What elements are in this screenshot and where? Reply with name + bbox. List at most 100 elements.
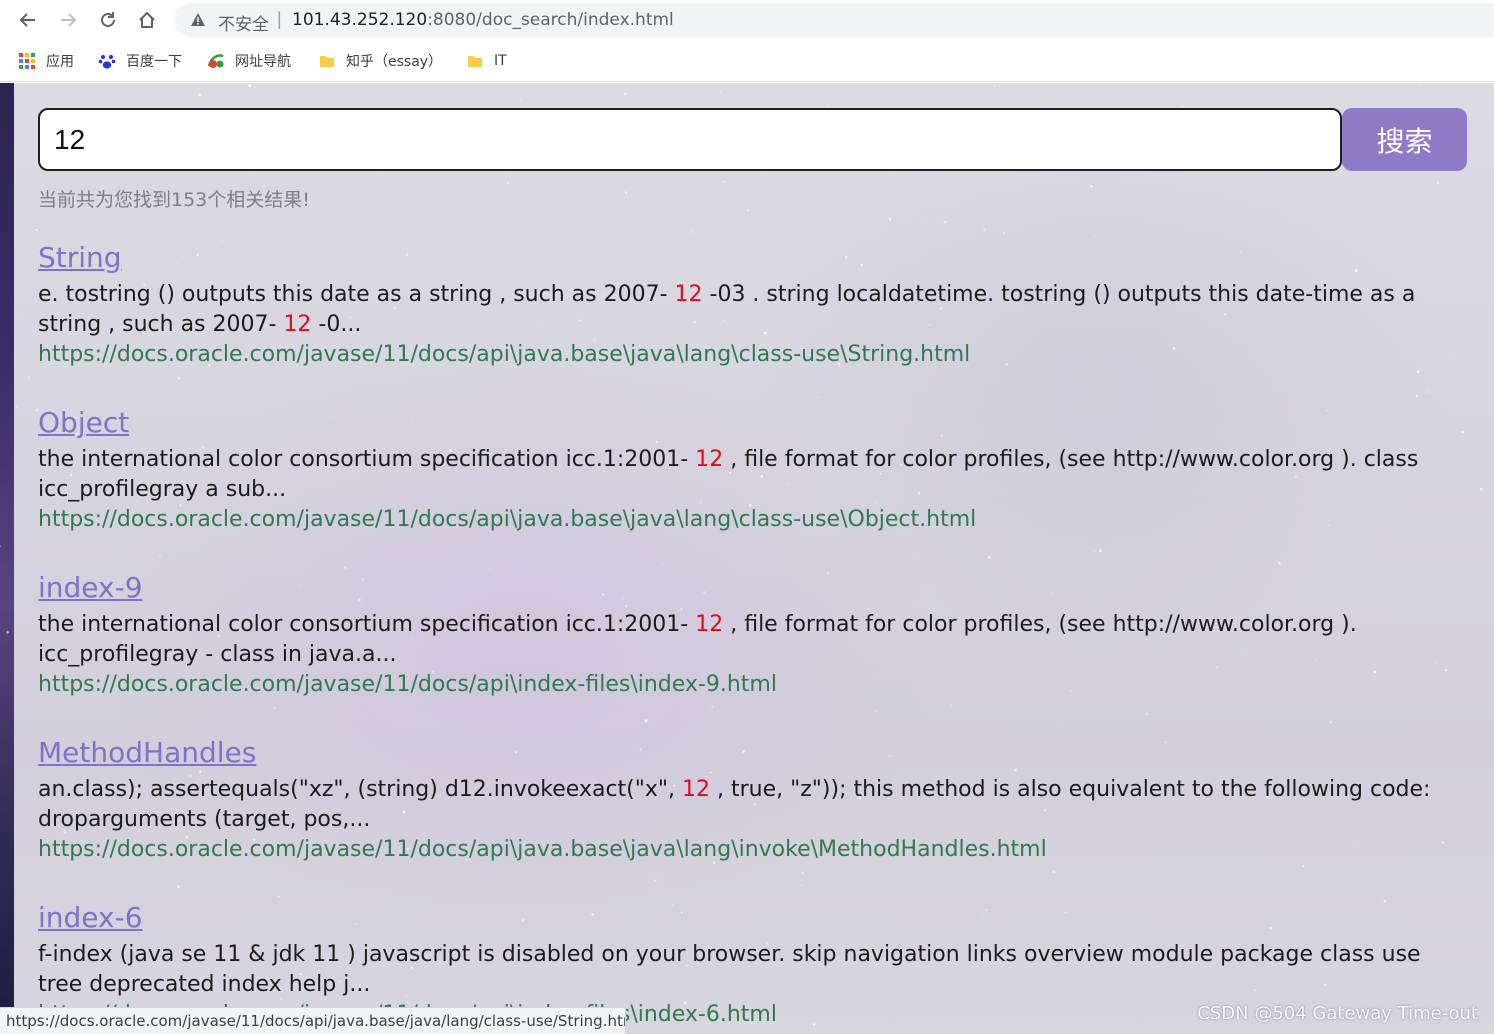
url-path: :8080/doc_search/index.html — [427, 10, 674, 30]
background-galaxy-edge — [0, 83, 14, 1034]
forward-button[interactable] — [54, 6, 82, 34]
result-title-link[interactable]: MethodHandles — [38, 735, 1458, 775]
result-item: MethodHandles an.class); assertequals("x… — [38, 735, 1458, 900]
star-dot — [977, 89, 979, 91]
bookmark-nav[interactable]: 网址导航 — [207, 50, 291, 72]
desc-text: the international color consortium speci… — [38, 447, 696, 472]
star-dot — [719, 91, 721, 93]
result-title-link[interactable]: index-6 — [38, 900, 1458, 940]
bookmark-label: 百度一下 — [126, 54, 182, 70]
result-url: https://docs.oracle.com/javase/11/docs/a… — [38, 837, 1047, 862]
star-dot — [1465, 521, 1467, 523]
result-url: https://docs.oracle.com/javase/11/docs/a… — [38, 342, 971, 367]
star-dot — [1462, 87, 1464, 89]
star-dot — [121, 219, 123, 221]
star-dot — [1002, 232, 1005, 235]
star-dot — [722, 181, 725, 183]
star-dot — [248, 84, 252, 88]
url-text: 101.43.252.120:8080/doc_search/index.htm… — [292, 10, 674, 30]
search-button[interactable]: 搜索 — [1342, 108, 1467, 171]
insecure-label: 不安全 — [218, 15, 269, 35]
star-dot — [1315, 205, 1317, 207]
desc-text: the international color consortium speci… — [38, 612, 696, 637]
reload-icon — [101, 12, 115, 27]
star-dot — [1090, 184, 1093, 188]
result-title-link[interactable]: Object — [38, 405, 1458, 445]
bookmark-label: 应用 — [46, 54, 74, 70]
result-description: e. tostring () outputs this date as a st… — [38, 280, 1458, 340]
back-arrow-icon — [19, 13, 35, 27]
star-dot — [1181, 105, 1184, 108]
bookmark-zhihu-folder[interactable]: 知乎（essay） — [318, 50, 442, 72]
star-dot — [746, 208, 750, 212]
star-dot — [16, 405, 19, 408]
search-input[interactable] — [38, 108, 1342, 171]
results-list: String e. tostring () outputs this date … — [38, 240, 1458, 1034]
star-dot — [888, 218, 892, 221]
result-title-link[interactable]: String — [38, 240, 1458, 280]
star-dot — [35, 228, 38, 232]
bookmark-baidu[interactable]: 百度一下 — [98, 50, 182, 72]
star-dot — [625, 191, 628, 194]
nav-site-icon — [207, 54, 224, 68]
warning-triangle-icon — [191, 13, 205, 26]
result-description: the international color consortium speci… — [38, 445, 1458, 505]
bookmark-label: 网址导航 — [235, 54, 291, 70]
star-dot — [19, 315, 21, 317]
star-dot — [983, 228, 986, 231]
highlight-term: 12 — [283, 312, 312, 337]
star-dot — [1418, 83, 1421, 86]
star-dot — [827, 105, 830, 107]
star-dot — [624, 92, 627, 96]
search-bar: 搜索 — [38, 108, 1468, 171]
star-dot — [519, 99, 521, 102]
bookmark-label: 知乎（essay） — [346, 54, 443, 70]
result-description: f-index (java se 11 & jdk 11 ) javascrip… — [38, 942, 1421, 997]
address-bar[interactable]: 不安全 | 101.43.252.120:8080/doc_search/ind… — [174, 3, 1494, 37]
forward-arrow-icon — [61, 13, 77, 27]
desc-text: e. tostring () outputs this date as a st… — [38, 282, 675, 307]
back-button[interactable] — [14, 6, 42, 34]
star-dot — [1094, 234, 1096, 236]
link-status-bubble: https://docs.oracle.com/javase/11/docs/a… — [0, 1007, 626, 1034]
result-description: an.class); assertequals("xz", (string) d… — [38, 775, 1458, 835]
csdn-watermark: CSDN @504 Gateway Time-out — [1197, 1003, 1478, 1024]
home-icon — [139, 11, 155, 28]
star-dot — [104, 236, 106, 238]
highlight-term: 12 — [682, 777, 710, 802]
result-item: index-9 the international color consorti… — [38, 570, 1458, 735]
baidu-paw-icon — [98, 55, 116, 69]
result-url: https://docs.oracle.com/javase/11/docs/a… — [38, 672, 777, 697]
home-button[interactable] — [133, 6, 161, 34]
result-title-link[interactable]: index-9 — [38, 570, 1458, 610]
bookmark-apps[interactable]: 应用 — [18, 50, 74, 72]
highlight-term: 12 — [674, 282, 703, 307]
star-dot — [1180, 212, 1182, 214]
star-dot — [999, 85, 1001, 87]
star-dot — [1479, 487, 1483, 491]
star-dot — [506, 181, 510, 184]
star-dot — [1436, 181, 1439, 184]
highlight-term: 12 — [695, 612, 724, 637]
bookmark-label: IT — [494, 53, 507, 69]
result-item: Object the international color consortiu… — [38, 405, 1458, 570]
bookmarks-bar: 应用 百度一下 网址导航 知乎（essay） IT — [0, 40, 1494, 82]
reload-button[interactable] — [94, 6, 122, 34]
apps-grid-icon — [19, 53, 35, 69]
star-dot — [1461, 431, 1464, 434]
star-dot — [1052, 96, 1054, 98]
highlight-term: 12 — [695, 447, 724, 472]
browser-toolbar: 不安全 | 101.43.252.120:8080/doc_search/ind… — [0, 0, 1494, 40]
url-separator: | — [277, 9, 282, 29]
star-dot — [27, 376, 30, 379]
star-dot — [943, 220, 947, 224]
star-dot — [690, 230, 693, 233]
page-viewport: 搜索 当前共为您找到153个相关结果! String e. tostring (… — [0, 83, 1494, 1034]
desc-text: an.class); assertequals("xz", (string) d… — [38, 777, 682, 802]
star-dot — [198, 93, 202, 97]
star-dot — [925, 177, 927, 179]
folder-icon — [468, 56, 482, 67]
bookmark-it-folder[interactable]: IT — [466, 50, 507, 72]
url-host: 101.43.252.120 — [292, 10, 428, 30]
result-url: https://docs.oracle.com/javase/11/docs/a… — [38, 507, 977, 532]
